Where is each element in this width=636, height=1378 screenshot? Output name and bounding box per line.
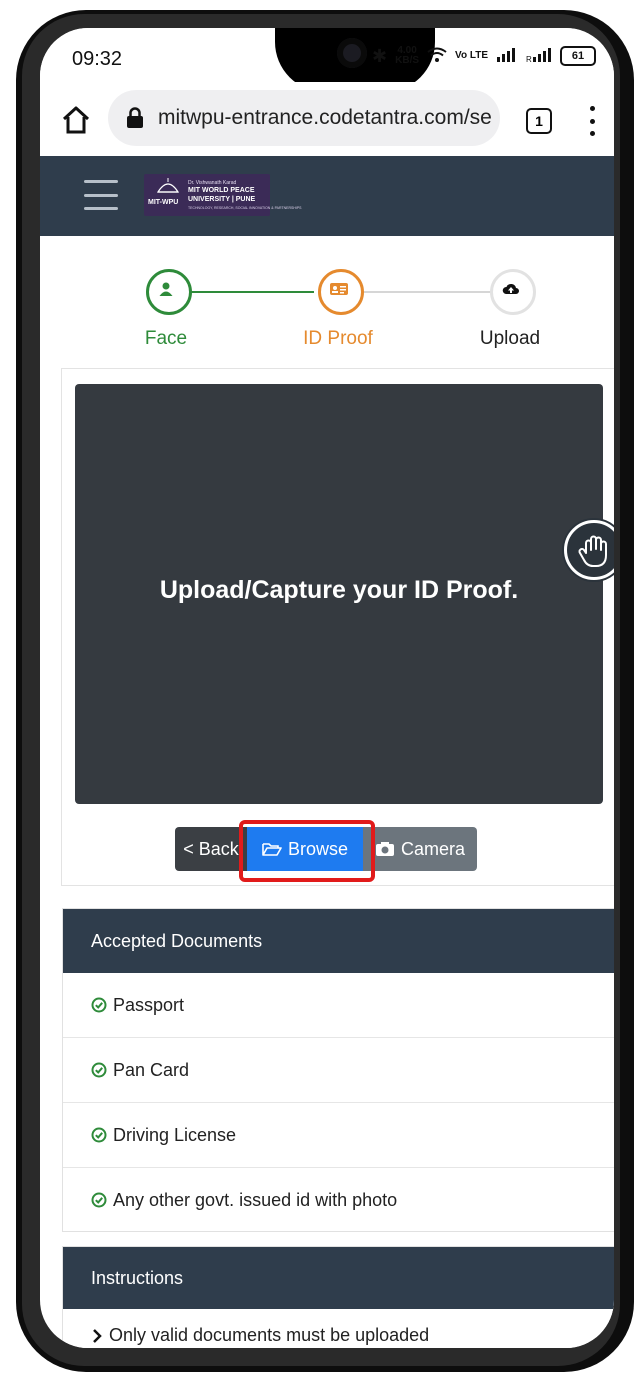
logo-line-2: MIT WORLD PEACE bbox=[188, 187, 255, 194]
stepper-connector-pending bbox=[360, 291, 490, 293]
site-logo[interactable]: MIT-WPU Dr. Vishwanath Karad MIT WORLD P… bbox=[144, 174, 302, 216]
list-item: Pan Card bbox=[63, 1037, 614, 1102]
network-speed: 4.00 KB/S bbox=[395, 46, 419, 66]
check-circle-icon bbox=[91, 1192, 107, 1208]
hamburger-menu-icon[interactable] bbox=[84, 180, 118, 210]
instructions-card: Instructions Only valid documents must b… bbox=[62, 1246, 614, 1348]
camera-button[interactable]: Camera bbox=[363, 827, 477, 871]
signal-roaming-icon: R bbox=[526, 47, 552, 66]
user-icon bbox=[159, 282, 173, 296]
back-button[interactable]: < Back bbox=[175, 827, 247, 871]
camera-icon bbox=[375, 842, 394, 856]
capture-button-group: < Back Browse Camera bbox=[175, 820, 477, 882]
browser-menu-icon[interactable] bbox=[588, 106, 596, 136]
accepted-documents-card: Accepted Documents Passport Pan Card Dri… bbox=[62, 908, 614, 1232]
tab-switcher-button[interactable]: 1 bbox=[526, 108, 552, 134]
upload-prompt: Upload/Capture your ID Proof. bbox=[159, 576, 519, 604]
signal-icon bbox=[496, 47, 518, 66]
browse-highlight-box bbox=[239, 820, 375, 882]
raise-hand-button[interactable] bbox=[564, 520, 614, 580]
stepper-connector-complete bbox=[186, 291, 314, 293]
logo-line-3: UNIVERSITY | PUNE bbox=[188, 196, 256, 203]
step-face-circle bbox=[146, 269, 192, 315]
document-label: Pan Card bbox=[113, 1059, 190, 1080]
svg-text:R: R bbox=[526, 55, 532, 63]
accepted-documents-title: Accepted Documents bbox=[63, 909, 614, 973]
browser-toolbar: mitwpu-entrance.codetantra.com/se 1 bbox=[40, 82, 614, 156]
bluetooth-icon: ✱ bbox=[372, 46, 388, 66]
capture-card: Upload/Capture your ID Proof. < Back Bro… bbox=[61, 368, 614, 886]
check-circle-icon bbox=[91, 1062, 107, 1078]
status-icons: ✱ 4.00 KB/S Vo LTE R 61 bbox=[372, 46, 596, 66]
step-id-proof-circle bbox=[318, 269, 364, 315]
front-camera-icon bbox=[337, 38, 367, 68]
battery-icon: 61 bbox=[560, 46, 596, 66]
phone-screen: 09:32 ✱ 4.00 KB/S Vo LTE R 61 mitwpu-ent… bbox=[40, 28, 614, 1348]
chevron-right-icon bbox=[93, 1328, 102, 1343]
network-speed-unit: KB/S bbox=[395, 55, 420, 66]
list-item: Passport bbox=[63, 973, 614, 1037]
back-button-label: < Back bbox=[183, 838, 239, 859]
wifi-icon bbox=[427, 47, 447, 66]
hand-icon bbox=[578, 535, 607, 567]
step-upload-label: Upload bbox=[479, 328, 541, 349]
instruction-label: Only valid documents must be uploaded bbox=[109, 1325, 430, 1345]
site-header: MIT-WPU Dr. Vishwanath Karad MIT WORLD P… bbox=[40, 156, 614, 236]
document-label: Driving License bbox=[113, 1124, 237, 1145]
logo-short-name: MIT-WPU bbox=[148, 199, 179, 206]
logo-tagline: TECHNOLOGY, RESEARCH, SOCIAL INNOVATION … bbox=[188, 206, 302, 210]
status-bar: 09:32 ✱ 4.00 KB/S Vo LTE R 61 bbox=[40, 28, 614, 92]
dome-logo-icon bbox=[156, 178, 180, 193]
document-label: Any other govt. issued id with photo bbox=[113, 1189, 398, 1210]
list-item: Only valid documents must be uploaded bbox=[91, 1325, 429, 1346]
step-id-proof-label: ID Proof bbox=[303, 328, 373, 349]
status-time: 09:32 bbox=[72, 48, 123, 70]
list-item: Any other govt. issued id with photo bbox=[63, 1167, 614, 1232]
id-proof-preview: Upload/Capture your ID Proof. bbox=[75, 384, 603, 804]
check-circle-icon bbox=[91, 997, 107, 1013]
volte-indicator: Vo LTE bbox=[455, 50, 488, 61]
progress-stepper: Face ID Proof Upload bbox=[40, 236, 614, 366]
home-icon[interactable] bbox=[60, 104, 92, 136]
step-face-label: Face bbox=[144, 328, 188, 349]
browse-button[interactable]: Browse bbox=[239, 820, 375, 882]
url-text: mitwpu-entrance.codetantra.com/se bbox=[158, 106, 492, 129]
instructions-title: Instructions bbox=[63, 1247, 614, 1309]
lock-icon bbox=[126, 107, 144, 129]
list-item: Driving License bbox=[63, 1102, 614, 1167]
step-upload-circle bbox=[490, 269, 536, 315]
check-circle-icon bbox=[91, 1127, 107, 1143]
address-bar[interactable]: mitwpu-entrance.codetantra.com/se bbox=[108, 90, 500, 146]
logo-line-1: Dr. Vishwanath Karad bbox=[188, 180, 237, 186]
accepted-documents-list: Passport Pan Card Driving License Any ot… bbox=[63, 973, 614, 1232]
document-label: Passport bbox=[113, 994, 185, 1015]
id-card-icon bbox=[330, 283, 348, 295]
cloud-upload-icon bbox=[502, 283, 519, 294]
camera-button-label: Camera bbox=[400, 838, 466, 859]
